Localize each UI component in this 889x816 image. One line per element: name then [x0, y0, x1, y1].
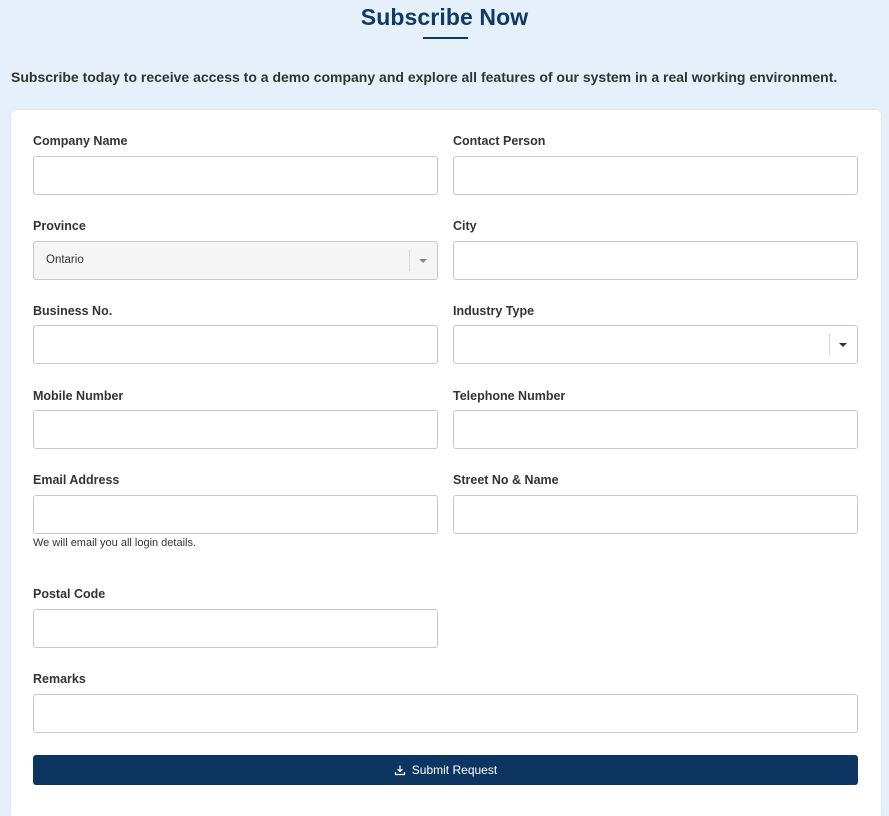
remarks-input[interactable]	[33, 694, 858, 733]
chevron-down-icon[interactable]	[839, 343, 847, 347]
business-no-input[interactable]	[33, 325, 438, 364]
province-select[interactable]: Ontario	[33, 241, 438, 280]
street-label: Street No & Name	[453, 473, 559, 487]
telephone-number-label: Telephone Number	[453, 389, 566, 403]
email-help-text: We will email you all login details.	[33, 537, 197, 549]
title-underline	[423, 37, 468, 39]
company-name-input[interactable]	[33, 156, 438, 195]
contact-person-label: Contact Person	[453, 134, 546, 148]
chevron-down-icon[interactable]	[419, 259, 427, 263]
select-divider	[409, 250, 410, 271]
intro-text: Subscribe today to receive access to a d…	[11, 69, 838, 85]
business-no-label: Business No.	[33, 304, 113, 318]
submit-request-button[interactable]: Submit Request	[33, 755, 858, 785]
mobile-number-input[interactable]	[33, 410, 438, 449]
subscribe-page: Subscribe Now Subscribe today to receive…	[0, 0, 889, 816]
submit-request-label: Submit Request	[411, 763, 498, 777]
subscribe-form: Company Name Contact Person Province Ont…	[11, 110, 881, 816]
postal-code-input[interactable]	[33, 609, 438, 648]
province-label: Province	[33, 219, 86, 233]
industry-type-select[interactable]	[453, 325, 858, 364]
mobile-number-label: Mobile Number	[33, 389, 124, 403]
company-name-label: Company Name	[33, 134, 128, 148]
city-input[interactable]	[453, 241, 858, 280]
industry-type-label: Industry Type	[453, 304, 535, 318]
street-input[interactable]	[453, 495, 858, 534]
postal-code-label: Postal Code	[33, 587, 106, 601]
remarks-label: Remarks	[33, 672, 86, 686]
province-selected-value: Ontario	[46, 254, 84, 266]
select-divider	[829, 334, 830, 355]
city-label: City	[453, 219, 477, 233]
telephone-number-input[interactable]	[453, 410, 858, 449]
email-address-label: Email Address	[33, 473, 120, 487]
download-icon	[394, 764, 406, 776]
contact-person-input[interactable]	[453, 156, 858, 195]
email-address-input[interactable]	[33, 495, 438, 534]
page-title: Subscribe Now	[360, 4, 529, 30]
